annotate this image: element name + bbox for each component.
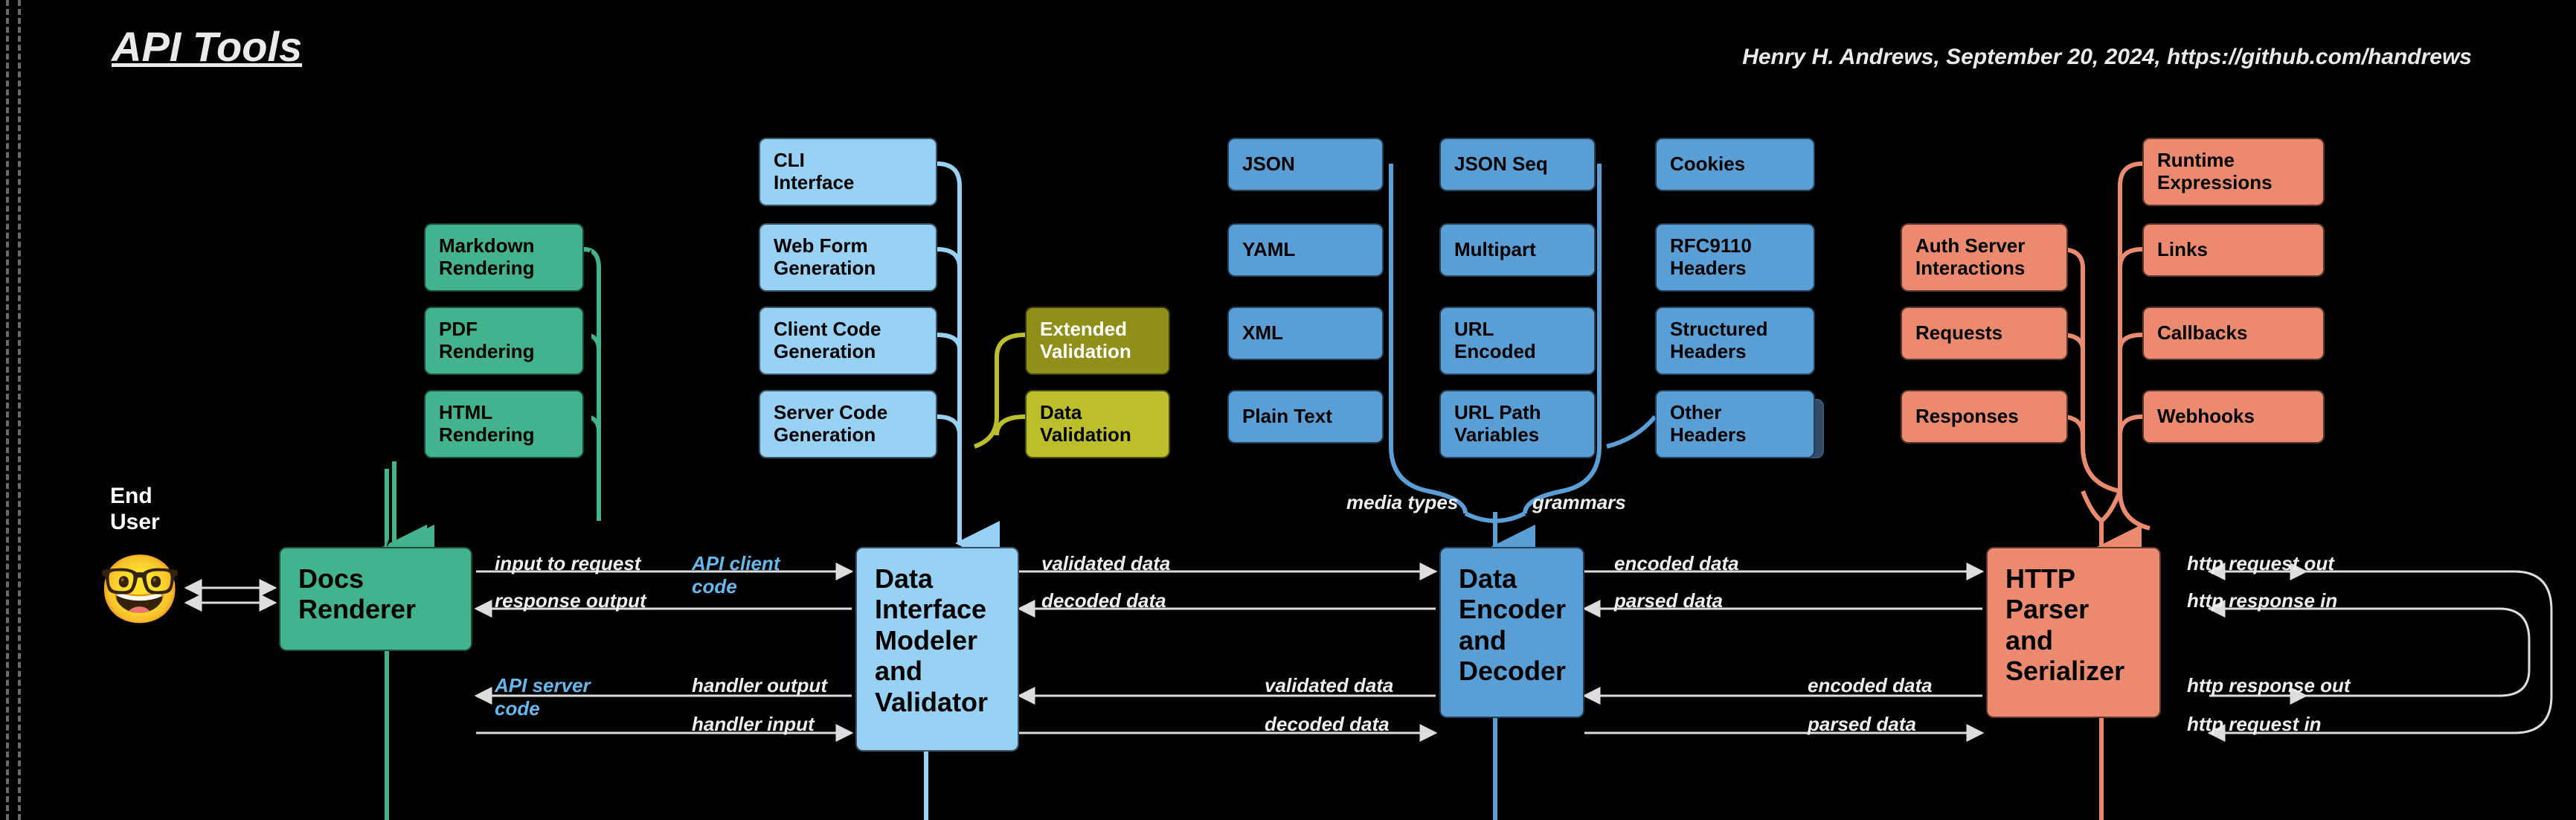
runtime-expressions-box: Runtime Expressions [2142, 138, 2325, 206]
docs-renderer-node: Docs Renderer [279, 547, 472, 651]
http-response-in-label: http response in [2187, 589, 2337, 612]
data-validation-box: Data Validation [1025, 390, 1170, 458]
attribution-text: Henry H. Andrews, September 20, 2024, ht… [1742, 45, 2472, 70]
encoded-data-server-label: encoded data [1808, 674, 1933, 697]
json-box: JSON [1227, 138, 1384, 191]
data-interface-modeler-validator-node: Data Interface Modeler and Validator [855, 547, 1019, 752]
data-encoder-decoder-node: Data Encoder and Decoder [1439, 547, 1584, 718]
callbacks-box: Callbacks [2142, 307, 2325, 360]
links-box: Links [2142, 223, 2325, 277]
requests-box: Requests [1901, 307, 2068, 360]
client-code-generation-box: Client Code Generation [759, 307, 937, 375]
handler-input-label: handler input [692, 713, 815, 736]
page-title: API Tools [112, 22, 302, 71]
media-types-label: media types [1346, 491, 1458, 514]
url-encoded-box: URL Encoded [1439, 307, 1596, 375]
encoded-data-client-label: encoded data [1614, 552, 1739, 575]
http-request-in-label: http request in [2187, 713, 2322, 736]
http-request-out-label: http request out [2187, 552, 2334, 575]
rfc9110-headers-box: RFC9110 Headers [1655, 223, 1815, 292]
url-path-variables-box: URL Path Variables [1439, 390, 1596, 458]
decoded-data-server-label: decoded data [1265, 713, 1390, 736]
handler-output-label: handler output [692, 674, 827, 697]
xml-box: XML [1227, 307, 1384, 360]
parsed-data-client-label: parsed data [1614, 589, 1723, 612]
input-to-request-label: input to request [495, 552, 640, 575]
pdf-rendering-box: PDF Rendering [424, 307, 584, 375]
json-seq-box: JSON Seq [1439, 138, 1596, 191]
web-form-generation-box: Web Form Generation [759, 223, 937, 292]
cookies-box: Cookies [1655, 138, 1815, 191]
parsed-data-server-label: parsed data [1808, 713, 1916, 736]
end-user-label: End User [110, 484, 160, 535]
left-dashed-border-2 [18, 0, 21, 820]
html-rendering-box: HTML Rendering [424, 390, 584, 458]
api-client-code-label: API client code [692, 552, 780, 598]
plain-text-box: Plain Text [1227, 390, 1384, 443]
other-headers-box: Other Headers [1655, 390, 1815, 458]
markdown-rendering-box: Markdown Rendering [424, 223, 584, 292]
webhooks-box: Webhooks [2142, 390, 2325, 443]
validated-data-client-label: validated data [1041, 552, 1170, 575]
yaml-box: YAML [1227, 223, 1384, 277]
response-output-label: response output [495, 589, 646, 612]
api-server-code-label: API server code [495, 674, 591, 720]
responses-box: Responses [1901, 390, 2068, 443]
server-code-generation-box: Server Code Generation [759, 390, 937, 458]
structured-headers-box: Structured Headers [1655, 307, 1815, 375]
extended-validation-box: Extended Validation [1025, 307, 1170, 375]
grammars-label: grammars [1532, 491, 1626, 514]
nerd-face-emoji: 🤓 [98, 551, 182, 629]
multipart-box: Multipart [1439, 223, 1596, 277]
decoded-data-client-label: decoded data [1041, 589, 1166, 612]
http-parser-serializer-node: HTTP Parser and Serializer [1986, 547, 2161, 718]
diagram-canvas: API Tools Henry H. Andrews, September 20… [0, 0, 2576, 820]
cli-interface-box: CLI Interface [759, 138, 937, 206]
http-response-out-label: http response out [2187, 674, 2351, 697]
validated-data-server-label: validated data [1265, 674, 1393, 697]
auth-server-interactions-box: Auth Server Interactions [1901, 223, 2068, 292]
left-dashed-border [6, 0, 9, 820]
